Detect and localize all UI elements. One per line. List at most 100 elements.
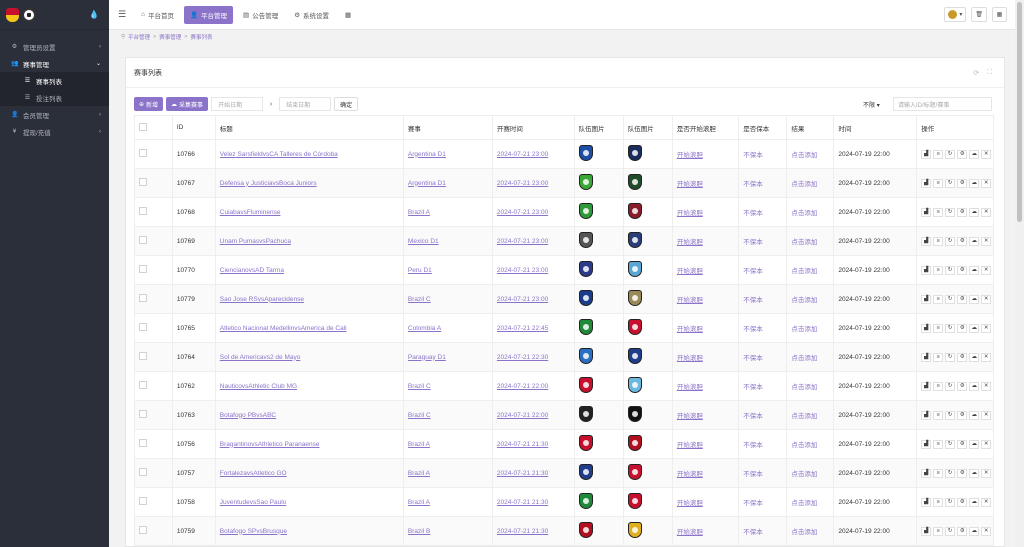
row-start-link[interactable]: 2024-07-21 23:00 <box>497 151 548 158</box>
settings-icon[interactable]: ⚙ <box>957 149 968 159</box>
chart-icon[interactable]: ▟ <box>921 178 932 188</box>
row-league-link[interactable]: Brazil C <box>408 296 431 303</box>
row-checkbox[interactable] <box>139 178 147 186</box>
refresh-icon[interactable]: ↻ <box>945 178 956 188</box>
row-title-link[interactable]: Botafogo PBvsABC <box>220 412 276 419</box>
result-link[interactable]: 点击添加 <box>791 442 817 449</box>
grid-icon[interactable]: ▦ <box>339 6 357 24</box>
delete-icon[interactable]: ✕ <box>981 236 992 246</box>
row-title-link[interactable]: Velez SarsfieldvsCA Talleres de Córdoba <box>220 151 338 158</box>
chart-icon[interactable]: ▟ <box>921 149 932 159</box>
rolling-link[interactable]: 开始滚胆 <box>677 152 703 159</box>
result-link[interactable]: 点击添加 <box>791 210 817 217</box>
cloud-icon[interactable]: ☁ <box>969 381 980 391</box>
protect-link[interactable]: 不保本 <box>743 297 763 304</box>
protect-link[interactable]: 不保本 <box>743 355 763 362</box>
settings-icon[interactable]: ⚙ <box>957 294 968 304</box>
row-league-link[interactable]: Brazil A <box>408 470 430 477</box>
rolling-link[interactable]: 开始滚胆 <box>677 500 703 507</box>
delete-icon[interactable]: ✕ <box>981 149 992 159</box>
chart-icon[interactable]: ▟ <box>921 236 932 246</box>
result-link[interactable]: 点击添加 <box>791 413 817 420</box>
settings-icon[interactable]: ⚙ <box>957 207 968 217</box>
row-title-link[interactable]: Defensa y JusticiavsBoca Juniors <box>220 180 317 187</box>
rolling-link[interactable]: 开始滚胆 <box>677 355 703 362</box>
user-menu-button[interactable]: ▾ <box>944 7 967 22</box>
row-start-link[interactable]: 2024-07-21 22:00 <box>497 383 548 390</box>
rolling-link[interactable]: 开始滚胆 <box>677 268 703 275</box>
protect-link[interactable]: 不保本 <box>743 500 763 507</box>
list-icon[interactable]: ≡ <box>933 468 944 478</box>
page-scrollbar[interactable] <box>1015 0 1024 547</box>
refresh-icon[interactable]: ↻ <box>945 497 956 507</box>
protect-link[interactable]: 不保本 <box>743 181 763 188</box>
cloud-icon[interactable]: ☁ <box>969 323 980 333</box>
rolling-link[interactable]: 开始滚胆 <box>677 442 703 449</box>
row-start-link[interactable]: 2024-07-21 21:30 <box>497 528 548 535</box>
tab-3[interactable]: ⚙ 系统设置 <box>288 6 335 24</box>
rolling-link[interactable]: 开始滚胆 <box>677 181 703 188</box>
protect-link[interactable]: 不保本 <box>743 326 763 333</box>
chart-icon[interactable]: ▟ <box>921 352 932 362</box>
delete-icon[interactable]: ✕ <box>981 439 992 449</box>
settings-icon[interactable]: ⚙ <box>957 178 968 188</box>
chart-icon[interactable]: ▟ <box>921 497 932 507</box>
protect-link[interactable]: 不保本 <box>743 529 763 536</box>
cloud-icon[interactable]: ☁ <box>969 207 980 217</box>
protect-link[interactable]: 不保本 <box>743 442 763 449</box>
protect-link[interactable]: 不保本 <box>743 152 763 159</box>
delete-icon[interactable]: ✕ <box>981 468 992 478</box>
column-header[interactable]: ID <box>171 115 216 140</box>
sidebar-item-4[interactable]: 👤 会员管理 ‹ <box>0 106 109 123</box>
row-checkbox[interactable] <box>139 352 147 360</box>
protect-link[interactable]: 不保本 <box>743 471 763 478</box>
rolling-link[interactable]: 开始滚胆 <box>677 471 703 478</box>
rolling-link[interactable]: 开始滚胆 <box>677 210 703 217</box>
chart-icon[interactable]: ▟ <box>921 265 932 275</box>
cloud-icon[interactable]: ☁ <box>969 178 980 188</box>
cloud-icon[interactable]: ☁ <box>969 149 980 159</box>
row-checkbox[interactable] <box>139 207 147 215</box>
row-checkbox[interactable] <box>139 439 147 447</box>
row-checkbox[interactable] <box>139 381 147 389</box>
tab-2[interactable]: ▤ 公告管理 <box>237 6 284 24</box>
protect-link[interactable]: 不保本 <box>743 210 763 217</box>
settings-icon[interactable]: ⚙ <box>957 323 968 333</box>
chart-icon[interactable]: ▟ <box>921 207 932 217</box>
row-league-link[interactable]: Brazil C <box>408 383 431 390</box>
select-all-checkbox[interactable] <box>139 122 147 131</box>
result-link[interactable]: 点击添加 <box>791 471 817 478</box>
delete-icon[interactable]: ✕ <box>981 381 992 391</box>
row-start-link[interactable]: 2024-07-21 23:00 <box>497 238 548 245</box>
result-link[interactable]: 点击添加 <box>791 500 817 507</box>
refresh-icon[interactable]: ↻ <box>945 236 956 246</box>
row-checkbox[interactable] <box>139 323 147 331</box>
row-league-link[interactable]: Brazil B <box>408 528 430 535</box>
confirm-button[interactable]: 确定 <box>334 97 359 111</box>
settings-icon[interactable]: ⚙ <box>957 439 968 449</box>
tab-1[interactable]: 👤 平台管理 <box>183 5 234 24</box>
delete-icon[interactable]: ✕ <box>981 178 992 188</box>
chart-icon[interactable]: ▟ <box>921 381 932 391</box>
breadcrumb-item[interactable]: 赛事管理 <box>159 33 181 41</box>
result-link[interactable]: 点击添加 <box>791 181 817 188</box>
start-date-input[interactable]: 开始日期 <box>211 97 264 111</box>
rolling-link[interactable]: 开始滚胆 <box>677 239 703 246</box>
sidebar-item-5[interactable]: ¥ 提现/充值 ‹ <box>0 123 109 140</box>
list-icon[interactable]: ≡ <box>933 497 944 507</box>
delete-icon[interactable]: ✕ <box>981 497 992 507</box>
layout-button[interactable]: ▦ <box>992 7 1007 22</box>
row-title-link[interactable]: BragantinovsAthletico Paranaense <box>220 441 320 448</box>
chart-icon[interactable]: ▟ <box>921 468 932 478</box>
protect-link[interactable]: 不保本 <box>743 268 763 275</box>
row-league-link[interactable]: Brazil A <box>408 499 430 506</box>
result-link[interactable]: 点击添加 <box>791 529 817 536</box>
protect-link[interactable]: 不保本 <box>743 413 763 420</box>
breadcrumb-item[interactable]: 赛事列表 <box>191 33 213 41</box>
settings-icon[interactable]: ⚙ <box>957 236 968 246</box>
list-icon[interactable]: ≡ <box>933 526 944 536</box>
cloud-icon[interactable]: ☁ <box>969 497 980 507</box>
chart-icon[interactable]: ▟ <box>921 526 932 536</box>
settings-icon[interactable]: ⚙ <box>957 352 968 362</box>
list-icon[interactable]: ≡ <box>933 178 944 188</box>
